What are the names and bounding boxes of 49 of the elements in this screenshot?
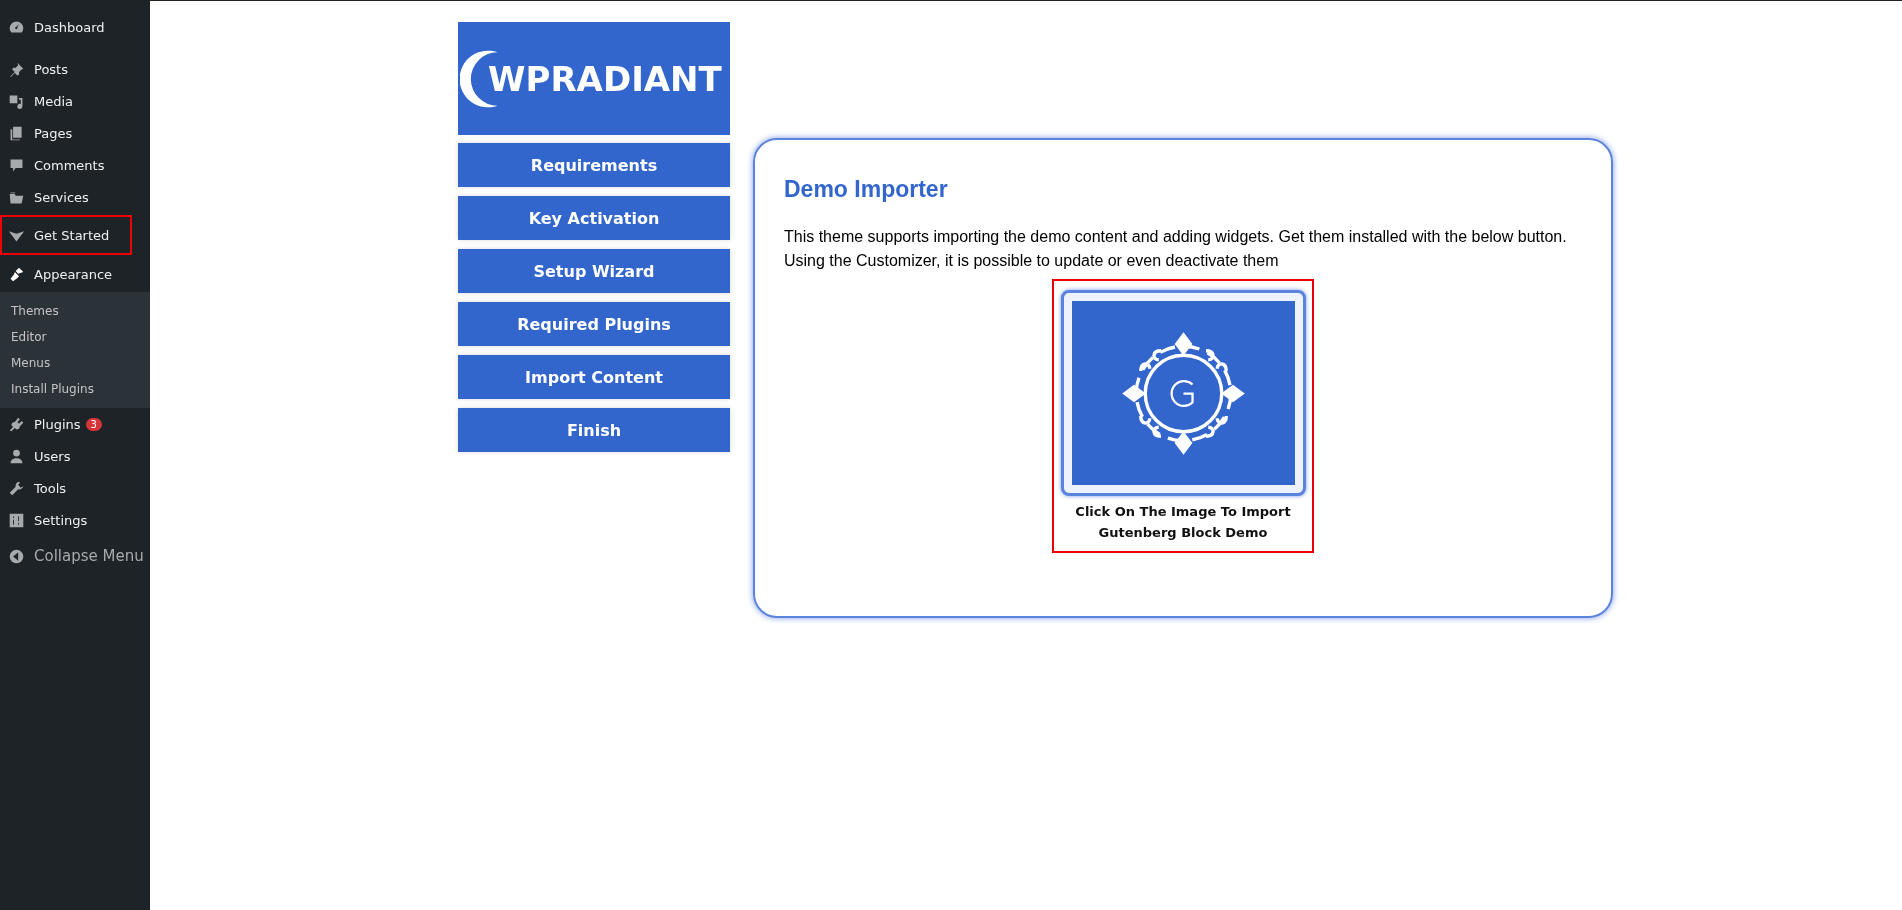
collapse-menu-button[interactable]: Collapse Menu	[0, 540, 150, 572]
sidebar-item[interactable]: Tools	[0, 472, 150, 504]
sidebar-item[interactable]: Get Started	[0, 215, 132, 255]
submenu-item[interactable]: Install Plugins	[0, 376, 150, 402]
sidebar-item[interactable]: Media	[0, 85, 150, 117]
panel-description: This theme supports importing the demo content and adding widgets. Get them installed with the below button. Using the Customizer, it is possible to update or even deactivate them	[784, 227, 1568, 271]
sidebar-item[interactable]: Pages	[0, 117, 150, 149]
update-count-badge: 3	[85, 417, 102, 431]
sidebar-item[interactable]: Users	[0, 440, 150, 472]
plug-icon	[8, 415, 25, 433]
logo-text: WPRADIANT	[488, 58, 722, 99]
wizard-step-button[interactable]: Finish	[458, 408, 730, 452]
sidebar-item-label: Dashboard	[34, 19, 105, 35]
sidebar-item[interactable]: Posts	[0, 53, 150, 85]
user-icon	[8, 447, 25, 465]
wizard-step-button[interactable]: Required Plugins	[458, 302, 730, 346]
submenu-item[interactable]: Editor	[0, 324, 150, 350]
sliders-icon	[8, 511, 25, 529]
sidebar-item-label: Get Started	[34, 227, 110, 243]
sidebar-item-label: Comments	[34, 157, 105, 173]
sidebar-item[interactable]: Services	[0, 181, 150, 213]
sidebar-item[interactable]: Settings	[0, 504, 150, 536]
sidebar-item-label: Services	[34, 189, 89, 205]
demo-image-frame[interactable]	[1060, 290, 1306, 496]
wizard-step-button[interactable]: Import Content	[458, 355, 730, 399]
wizard-step-button[interactable]: Key Activation	[458, 196, 730, 240]
demo-caption: Click On The Image To Import Gutenberg Block Demo	[1074, 503, 1292, 542]
pages-icon	[8, 124, 25, 142]
sidebar-item-label: Media	[34, 93, 74, 109]
sidebar-item[interactable]: Dashboard	[0, 11, 150, 43]
sidebar-item-label: Posts	[34, 61, 68, 77]
demo-option[interactable]: Click On The Image To Import Gutenberg Block Demo	[1052, 279, 1314, 553]
sidebar-item-label: Settings	[34, 512, 88, 528]
wrench-icon	[8, 479, 25, 497]
wizard-step-button[interactable]: Requirements	[458, 143, 730, 187]
sidebar-item-label: Tools	[34, 480, 67, 496]
submenu-item[interactable]: Themes	[0, 298, 150, 324]
sidebar-item-label: Appearance	[34, 266, 113, 282]
brush-icon	[8, 265, 25, 283]
sidebar-item-label: Users	[34, 448, 71, 464]
panel-title: Demo Importer	[784, 176, 949, 203]
sidebar-item-label: Pages	[34, 125, 73, 141]
sidebar-item-label: Plugins	[34, 416, 81, 432]
submenu-item[interactable]: Menus	[0, 350, 150, 376]
collapse-menu-label: Collapse Menu	[34, 547, 144, 565]
wizard-step-button[interactable]: Setup Wizard	[458, 249, 730, 293]
sidebar-item[interactable]: Plugins 3	[0, 408, 150, 440]
sidebar-item[interactable]: Appearance	[0, 258, 150, 290]
sidebar-item[interactable]: Comments	[0, 149, 150, 181]
